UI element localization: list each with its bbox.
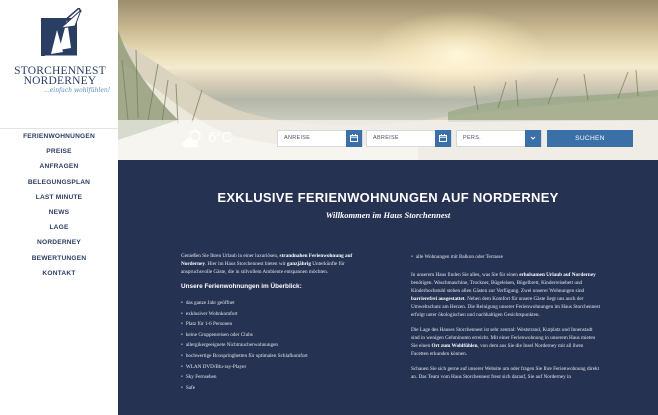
overview-heading: Unsere Ferienwohnungen im Überblick: (181, 283, 302, 290)
nav-item-last-minute[interactable]: LAST MINUTE (0, 190, 118, 205)
chevron-down-icon (530, 136, 536, 140)
search-button[interactable]: SUCHEN (547, 130, 633, 147)
main-content: EXKLUSIVE FERIENWOHNUNGEN AUF NORDERNEY … (118, 160, 658, 415)
list-item: das ganze Jahr geöffnet (181, 298, 361, 309)
feature-list: das ganze Jahr geöffnet exklusiver Wohnk… (181, 298, 361, 393)
list-item: Platz für 1-6 Personen (181, 319, 361, 330)
list-item: alle Wohnungen mit Balkon oder Terrasse (411, 252, 601, 263)
closing-paragraph: Schauen Sie sich gerne auf unserer Websi… (411, 365, 600, 380)
intro-text-1: Genießen Sie Ihren Urlaub in einer luxur… (181, 253, 279, 259)
list-item: keine Gruppenreisen oder Clubs (181, 330, 361, 341)
calendar-icon (350, 134, 358, 142)
nav-item-anfragen[interactable]: ANFRAGEN (0, 159, 118, 174)
content-column-left: Genießen Sie Ihren Urlaub in einer luxur… (181, 252, 361, 393)
location-paragraph: Die Lage des Hauses Storchennest ist seh… (411, 326, 601, 358)
intro-paragraph: Genießen Sie Ihren Urlaub in einer luxur… (181, 252, 361, 276)
list-item: Safe (181, 383, 361, 394)
persons-label: PERS. (463, 135, 482, 141)
arrival-date-label: ANREISE (284, 135, 311, 141)
amenities-highlight-2: barrierefrei ausgestattet (411, 295, 465, 302)
nav-item-belegungsplan[interactable]: BELEGUNGSPLAN (0, 175, 118, 190)
amenities-highlight-1: erholsamen Urlaub auf Norderney (519, 271, 596, 278)
departure-date-field[interactable]: ABREISE (366, 130, 452, 147)
partly-cloudy-icon (182, 129, 203, 147)
amenities-text-2: benötigen. Waschmaschine, Trockner, Büge… (411, 279, 585, 294)
content-column-right: alle Wohnungen mit Balkon oder Terrasse … (411, 252, 601, 388)
main-nav: FERIENWOHNUNGEN PREISE ANFRAGEN BELEGUNG… (0, 128, 118, 281)
page-title: EXKLUSIVE FERIENWOHNUNGEN AUF NORDERNEY (217, 190, 559, 205)
persons-select[interactable]: PERS. (456, 130, 542, 147)
booking-bar: 6°C ANREISE ABREISE PERS. SUCHEN (118, 120, 658, 160)
arrival-calendar-button[interactable] (346, 130, 362, 147)
nav-item-news[interactable]: NEWS (0, 205, 118, 220)
brand-name: STORCHENNEST NORDERNEY (4, 65, 116, 87)
nav-item-lage[interactable]: LAGE (0, 220, 118, 235)
amenities-text-1: In unserem Haus finden Sie alles, was Si… (411, 271, 518, 278)
departure-date-label: ABREISE (373, 135, 399, 141)
nav-item-bewertungen[interactable]: BEWERTUNGEN (0, 251, 118, 266)
temperature-readout: 6°C (208, 129, 232, 146)
sidebar: STORCHENNEST NORDERNEY ...einfach wohlfü… (0, 0, 118, 415)
calendar-icon (439, 134, 447, 142)
brand-tagline: ...einfach wohlfühlen! (44, 87, 111, 94)
persons-dropdown-button[interactable] (525, 130, 541, 147)
amenities-paragraph: In unserem Haus finden Sie alles, was Si… (411, 271, 601, 319)
arrival-date-field[interactable]: ANREISE (277, 130, 363, 147)
storchennest-logo[interactable] (41, 8, 83, 60)
departure-calendar-button[interactable] (435, 130, 451, 147)
intro-highlight-2: ganzjährig (287, 261, 311, 267)
list-item: exklusiver Wohnkomfort (181, 309, 361, 320)
nav-item-kontakt[interactable]: KONTAKT (0, 266, 118, 281)
nav-item-preise[interactable]: PREISE (0, 144, 118, 159)
page-subtitle: Willkommen im Haus Storchennest (325, 210, 451, 220)
brand-name-line2: NORDERNEY (23, 75, 97, 87)
list-item: allergikergeeignete Nichtraucherwohnunge… (181, 340, 361, 351)
list-item: WLAN DVD/Blu-ray-Player (181, 362, 361, 373)
location-highlight: Ort zum Wohlfühlen (431, 342, 478, 349)
nav-item-norderney[interactable]: NORDERNEY (0, 235, 118, 250)
nav-item-ferienwohnungen[interactable]: FERIENWOHNUNGEN (0, 129, 118, 144)
list-item: hochwertige Boxspringbetten für optimale… (181, 351, 361, 362)
list-item: Sky Fernsehen (181, 372, 361, 383)
intro-text-2: . Hier im Haus Storchennest bieten wir (204, 261, 286, 267)
hero-image: 6°C ANREISE ABREISE PERS. SUCHEN (118, 0, 658, 160)
